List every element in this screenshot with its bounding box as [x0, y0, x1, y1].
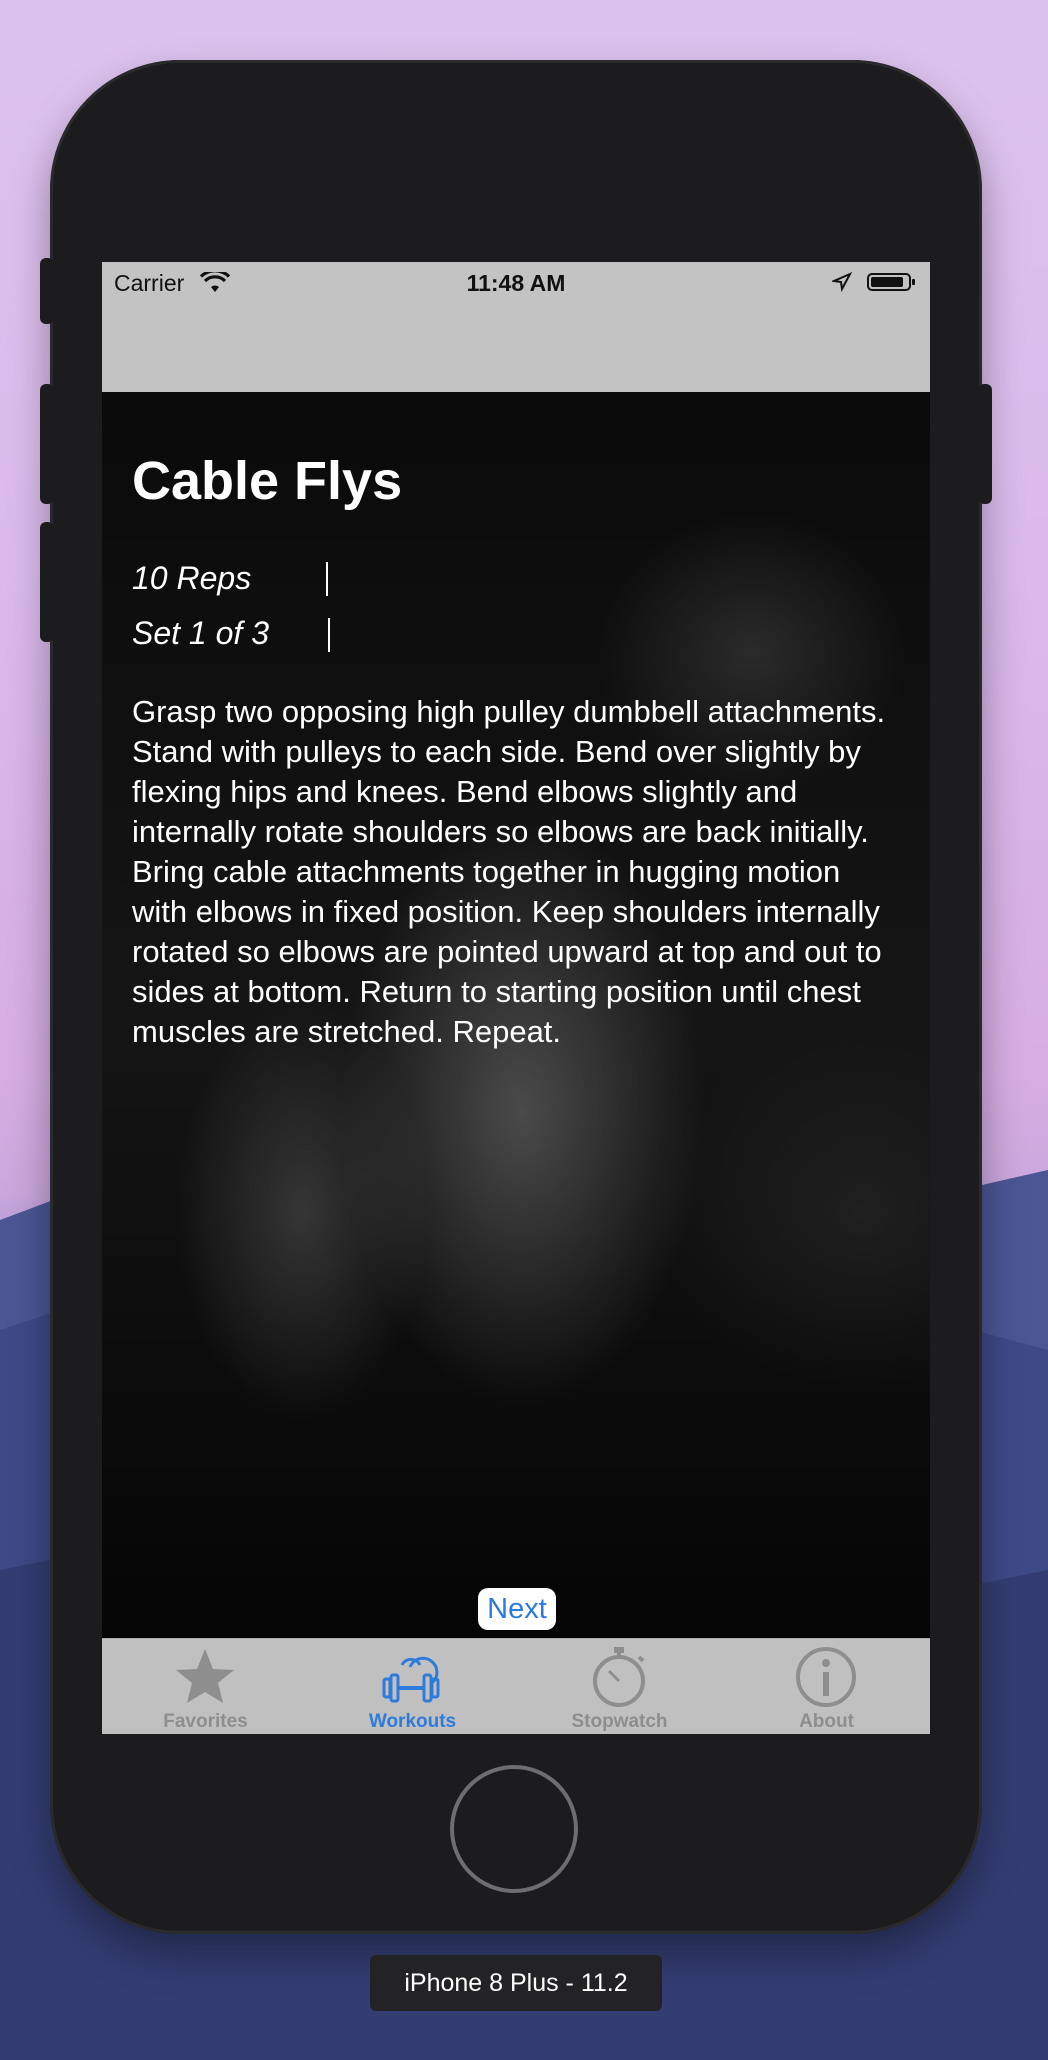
reps-label: 10 Reps: [132, 560, 252, 596]
power-button: [978, 384, 992, 504]
status-time: 11:48 AM: [466, 270, 566, 296]
stopwatch-icon: [593, 1647, 645, 1707]
exercise-description: Grasp two opposing high pulley dumbbell …: [132, 694, 886, 1049]
set-label: Set 1 of 3: [132, 615, 269, 651]
phone-screen: Carrier 11:48 AM Cable Flys 10 Reps Set …: [102, 262, 930, 1734]
tab-stopwatch[interactable]: Stopwatch: [516, 1639, 723, 1734]
tab-favorites[interactable]: Favorites: [102, 1639, 309, 1734]
set-cursor: [328, 618, 330, 652]
dumbbell-icon: [382, 1656, 440, 1703]
battery-icon: [867, 273, 915, 291]
star-icon: [176, 1649, 234, 1703]
exercise-title: Cable Flys: [132, 451, 403, 511]
reps-cursor: [326, 562, 328, 596]
tab-workouts[interactable]: Workouts: [309, 1639, 516, 1734]
mute-switch: [40, 258, 54, 324]
tab-about-label: About: [799, 1711, 854, 1732]
tab-bar: Favorites Workouts Stopwatch About: [102, 1638, 930, 1734]
volume-down-button: [40, 522, 54, 642]
volume-up-button: [40, 384, 54, 504]
tab-about[interactable]: About: [723, 1639, 930, 1734]
tab-stopwatch-label: Stopwatch: [571, 1711, 668, 1732]
simulator-device-label: iPhone 8 Plus - 11.2: [370, 1955, 662, 2011]
status-bar: Carrier 11:48 AM: [102, 262, 930, 392]
home-button[interactable]: [450, 1765, 578, 1893]
exercise-detail: Cable Flys 10 Reps Set 1 of 3 Grasp two …: [102, 392, 930, 1638]
location-arrow-icon: [832, 272, 852, 292]
tab-favorites-label: Favorites: [163, 1711, 248, 1732]
next-button[interactable]: Next: [478, 1588, 556, 1630]
tab-workouts-label: Workouts: [368, 1711, 457, 1732]
info-icon: [796, 1647, 856, 1707]
